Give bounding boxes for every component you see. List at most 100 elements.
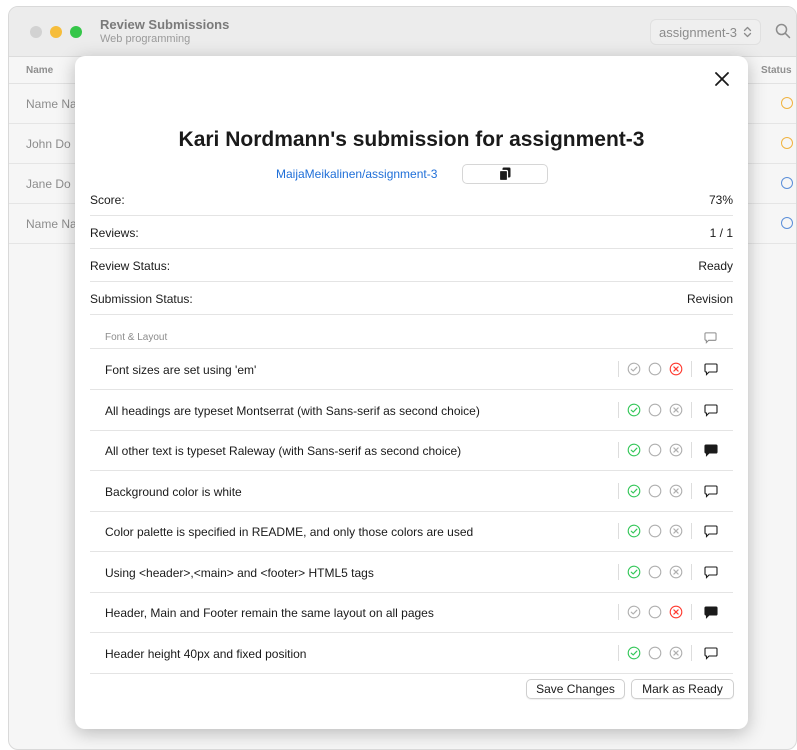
pass-check-icon[interactable] (627, 646, 641, 660)
fail-x-icon[interactable] (669, 524, 683, 538)
criterion-row: Using <header>,<main> and <footer> HTML5… (90, 552, 733, 593)
fail-x-icon[interactable] (669, 605, 683, 619)
fail-x-icon[interactable] (669, 484, 683, 498)
fail-x-icon[interactable] (669, 646, 683, 660)
pass-check-icon[interactable] (627, 605, 641, 619)
save-changes-button[interactable]: Save Changes (526, 679, 625, 699)
pass-check-icon[interactable] (627, 403, 641, 417)
list-row-name: Jane Do (26, 177, 71, 191)
divider (618, 442, 619, 458)
window-close-button[interactable] (30, 26, 42, 38)
info-value: 1 / 1 (709, 226, 733, 240)
comment-filled-icon[interactable] (704, 444, 718, 458)
chevron-up-down-icon (743, 26, 752, 38)
neutral-circle-icon[interactable] (648, 646, 662, 660)
column-header-status[interactable]: Status (761, 65, 792, 76)
search-icon (775, 23, 791, 39)
submission-modal: Kari Nordmann's submission for assignmen… (75, 56, 748, 729)
fail-x-icon[interactable] (669, 443, 683, 457)
copy-link-button[interactable] (462, 164, 548, 184)
window-minimize-button[interactable] (50, 26, 62, 38)
neutral-circle-icon[interactable] (648, 524, 662, 538)
criterion-row: All headings are typeset Montserrat (wit… (90, 390, 733, 431)
info-row: Submission Status: Revision (90, 282, 733, 315)
fail-x-icon[interactable] (669, 362, 683, 376)
neutral-circle-icon[interactable] (648, 443, 662, 457)
copy-icon (499, 167, 511, 181)
close-button[interactable] (711, 68, 733, 90)
neutral-circle-icon[interactable] (648, 484, 662, 498)
repo-link[interactable]: MaijaMeikalinen/assignment-3 (276, 167, 437, 181)
criterion-text: Header, Main and Footer remain the same … (105, 606, 434, 620)
status-ring-icon (781, 217, 793, 229)
pass-check-icon[interactable] (627, 443, 641, 457)
info-row: Score: 73% (90, 183, 733, 216)
criterion-row: All other text is typeset Raleway (with … (90, 430, 733, 471)
divider (691, 442, 692, 458)
close-icon (715, 72, 729, 86)
divider (691, 401, 692, 418)
pass-check-icon[interactable] (627, 524, 641, 538)
divider (618, 604, 619, 620)
criterion-text: Header height 40px and fixed position (105, 646, 307, 661)
criterion-text: Background color is white (105, 484, 242, 499)
window-maximize-button[interactable] (70, 26, 82, 38)
divider (691, 361, 692, 377)
divider (618, 361, 619, 377)
section-comment-button[interactable] (704, 331, 717, 349)
divider (691, 604, 692, 620)
mark-as-ready-button[interactable]: Mark as Ready (631, 679, 734, 699)
assignment-select-value: assignment-3 (659, 24, 738, 40)
assignment-select[interactable]: assignment-3 (650, 19, 762, 45)
section-title: Font & Layout (105, 332, 168, 343)
divider (618, 644, 619, 661)
comment-filled-icon[interactable] (704, 606, 718, 620)
criterion-text: Color palette is specified in README, an… (105, 525, 474, 539)
comment-icon[interactable] (704, 403, 718, 418)
neutral-circle-icon[interactable] (648, 565, 662, 579)
criterion-row: Header height 40px and fixed position (90, 633, 733, 674)
comment-icon[interactable] (704, 646, 718, 661)
app-subtitle: Web programming (100, 33, 191, 45)
fail-x-icon[interactable] (669, 403, 683, 417)
divider (691, 482, 692, 499)
divider (618, 482, 619, 499)
divider (691, 523, 692, 539)
pass-check-icon[interactable] (627, 484, 641, 498)
modal-title: Kari Nordmann's submission for assignmen… (178, 128, 645, 151)
divider (618, 563, 619, 580)
pass-check-icon[interactable] (627, 362, 641, 376)
neutral-circle-icon[interactable] (648, 403, 662, 417)
search-button[interactable] (771, 19, 795, 43)
criterion-row: Color palette is specified in README, an… (90, 511, 733, 552)
info-row: Review Status: Ready (90, 249, 733, 282)
title-bar: Review Submissions Web programming assig… (9, 7, 796, 57)
list-row-name: John Do (26, 137, 71, 151)
section-header: Font & Layout (90, 322, 733, 349)
comment-icon[interactable] (704, 565, 718, 580)
list-row-name: Name Na (26, 217, 77, 231)
info-value: Ready (698, 259, 733, 273)
comment-icon[interactable] (704, 525, 718, 539)
divider (618, 523, 619, 539)
column-header-name[interactable]: Name (26, 65, 53, 76)
comment-icon[interactable] (704, 363, 718, 377)
criterion-text: Using <header>,<main> and <footer> HTML5… (105, 565, 374, 580)
info-label: Score: (90, 193, 125, 207)
status-ring-icon (781, 137, 793, 149)
info-label: Review Status: (90, 259, 171, 273)
status-ring-icon (781, 177, 793, 189)
criterion-row: Background color is white (90, 471, 733, 512)
info-label: Reviews: (90, 226, 139, 240)
neutral-circle-icon[interactable] (648, 362, 662, 376)
pass-check-icon[interactable] (627, 565, 641, 579)
neutral-circle-icon[interactable] (648, 605, 662, 619)
criterion-text: All headings are typeset Montserrat (wit… (105, 403, 480, 418)
info-row: Reviews: 1 / 1 (90, 216, 733, 249)
info-value: Revision (686, 292, 733, 306)
comment-icon[interactable] (704, 484, 718, 499)
criterion-row: Header, Main and Footer remain the same … (90, 592, 733, 633)
fail-x-icon[interactable] (669, 565, 683, 579)
info-label: Submission Status: (90, 292, 193, 306)
comment-icon (704, 332, 717, 344)
